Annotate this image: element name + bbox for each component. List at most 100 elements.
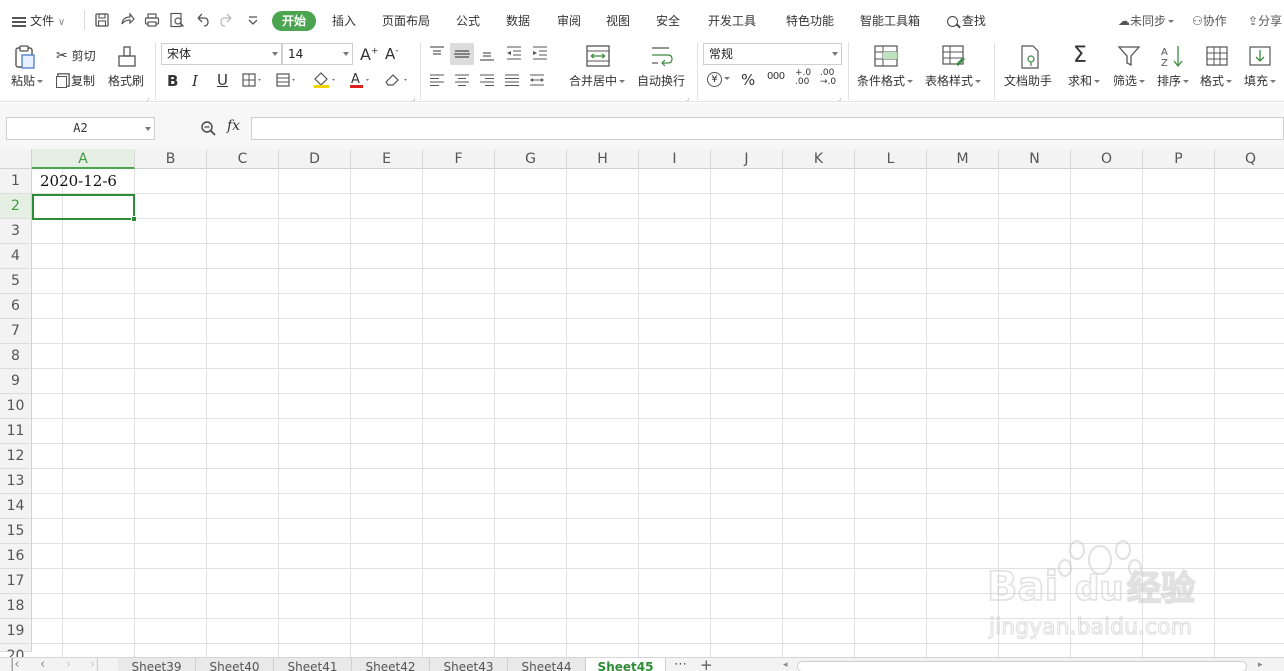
column-header-o[interactable]: O (1071, 149, 1143, 169)
tab-developer[interactable]: 开发工具 (708, 11, 756, 31)
wrap-text-label[interactable]: 自动换行 (637, 74, 685, 88)
row-header-14[interactable]: 14 (0, 494, 32, 519)
format-button[interactable]: 格式 (1200, 74, 1233, 88)
filter-button[interactable]: 筛选 (1113, 74, 1146, 88)
sheet-tab-sheet43[interactable]: Sheet43 (430, 658, 508, 671)
tab-view[interactable]: 视图 (606, 11, 630, 31)
column-header-g[interactable]: G (495, 149, 567, 169)
share-button[interactable]: ⇪分享 (1248, 11, 1282, 31)
row-header-6[interactable]: 6 (0, 294, 32, 319)
sum-button[interactable]: 求和 (1068, 74, 1101, 88)
italic-button[interactable]: I (192, 72, 198, 90)
align-middle-button[interactable] (450, 43, 474, 65)
row-header-2[interactable]: 2 (0, 194, 32, 219)
percent-button[interactable]: % (741, 71, 755, 89)
currency-button[interactable]: ¥ (707, 71, 730, 87)
fill-handle[interactable] (131, 216, 137, 222)
column-header-j[interactable]: J (711, 149, 783, 169)
tab-formulas[interactable]: 公式 (456, 11, 480, 31)
column-header-a[interactable]: A (32, 149, 135, 169)
increase-indent-button[interactable] (531, 45, 549, 61)
sheet-tab-sheet44[interactable]: Sheet44 (508, 658, 586, 671)
row-header-18[interactable]: 18 (0, 594, 32, 619)
column-header-p[interactable]: P (1143, 149, 1215, 169)
align-right-button[interactable] (478, 73, 496, 87)
print-preview-icon[interactable] (169, 12, 185, 28)
tab-smart-toolbox[interactable]: 智能工具箱 (860, 11, 920, 31)
horizontal-scrollbar[interactable] (797, 661, 1247, 671)
alignment-launcher-icon[interactable]: ⌟ (686, 94, 689, 102)
tab-page-layout[interactable]: 页面布局 (382, 11, 430, 31)
thousands-button[interactable]: 000 (767, 71, 785, 82)
search-button[interactable]: 查找 (947, 11, 986, 31)
number-format-select[interactable]: 常规 (703, 43, 842, 65)
share-doc-icon[interactable] (119, 12, 135, 28)
tab-data[interactable]: 数据 (506, 11, 530, 31)
row-header-3[interactable]: 3 (0, 219, 32, 244)
row-header-19[interactable]: 19 (0, 619, 32, 644)
fill-button[interactable]: 填充 (1244, 74, 1277, 88)
last-sheet-icon[interactable]: ›| (90, 658, 100, 671)
row-header-12[interactable]: 12 (0, 444, 32, 469)
column-header-f[interactable]: F (423, 149, 495, 169)
row-header-1[interactable]: 1 (0, 169, 32, 194)
redo-icon[interactable] (219, 12, 235, 28)
formula-input[interactable] (251, 117, 1284, 140)
zoom-formula-icon[interactable] (200, 120, 216, 136)
first-sheet-icon[interactable]: |‹ (10, 658, 20, 671)
doc-helper-label[interactable]: 文档助手 (1004, 74, 1052, 88)
customize-quick-access-icon[interactable] (245, 12, 261, 28)
row-header-8[interactable]: 8 (0, 344, 32, 369)
borders-button[interactable] (242, 73, 264, 87)
print-icon[interactable] (144, 12, 160, 28)
sort-button[interactable]: 排序 (1157, 74, 1190, 88)
undo-icon[interactable] (194, 12, 210, 28)
sort-icon-button[interactable]: AZ (1160, 44, 1186, 68)
tab-security[interactable]: 安全 (656, 11, 680, 31)
row-header-20[interactable]: 20 (0, 644, 32, 664)
copy-button[interactable]: 复制 (56, 72, 95, 89)
column-header-c[interactable]: C (207, 149, 279, 169)
row-header-10[interactable]: 10 (0, 394, 32, 419)
format-painter-button[interactable] (116, 44, 138, 70)
font-launcher-icon[interactable]: ⌟ (412, 94, 415, 102)
row-header-7[interactable]: 7 (0, 319, 32, 344)
clipboard-launcher-icon[interactable]: ⌟ (146, 94, 149, 102)
sheet-tab-sheet41[interactable]: Sheet41 (274, 658, 352, 671)
format-icon-button[interactable] (1205, 44, 1229, 68)
column-header-l[interactable]: L (855, 149, 927, 169)
sheet-tab-sheet42[interactable]: Sheet42 (352, 658, 430, 671)
column-header-b[interactable]: B (135, 149, 207, 169)
collab-button[interactable]: ⚇协作 (1192, 11, 1227, 31)
row-header-5[interactable]: 5 (0, 269, 32, 294)
align-center-button[interactable] (453, 73, 471, 87)
column-header-q[interactable]: Q (1215, 149, 1284, 169)
row-header-15[interactable]: 15 (0, 519, 32, 544)
paste-button[interactable] (12, 44, 38, 70)
column-header-n[interactable]: N (999, 149, 1071, 169)
prev-sheet-icon[interactable]: ‹ (40, 658, 45, 671)
merge-center-icon-button[interactable] (585, 44, 611, 68)
doc-helper-icon-button[interactable] (1018, 44, 1042, 70)
file-menu[interactable]: 文件 ∨ (12, 11, 65, 31)
conditional-format-icon-button[interactable] (873, 44, 899, 68)
column-header-d[interactable]: D (279, 149, 351, 169)
table-style-button[interactable]: 表格样式 (925, 74, 982, 88)
paste-label[interactable]: 粘贴 (11, 74, 44, 88)
justify-button[interactable] (503, 73, 521, 87)
bold-button[interactable]: B (167, 72, 178, 90)
tab-insert[interactable]: 插入 (332, 11, 356, 31)
increase-decimal-button[interactable]: +.0 .00 (795, 69, 811, 87)
decrease-decimal-button[interactable]: .00 →.0 (820, 69, 836, 87)
font-color-button[interactable]: A (348, 71, 374, 89)
add-sheet-button[interactable]: + (700, 658, 713, 671)
decrease-font-button[interactable]: A- (385, 45, 399, 63)
select-all-corner[interactable] (0, 149, 32, 169)
column-header-e[interactable]: E (351, 149, 423, 169)
align-left-button[interactable] (428, 73, 446, 87)
increase-font-button[interactable]: A+ (360, 45, 379, 64)
row-header-11[interactable]: 11 (0, 419, 32, 444)
scroll-left-icon[interactable]: ◂ (783, 658, 788, 671)
tab-home[interactable]: 开始 (272, 11, 317, 31)
table-style-icon-button[interactable] (941, 44, 967, 68)
